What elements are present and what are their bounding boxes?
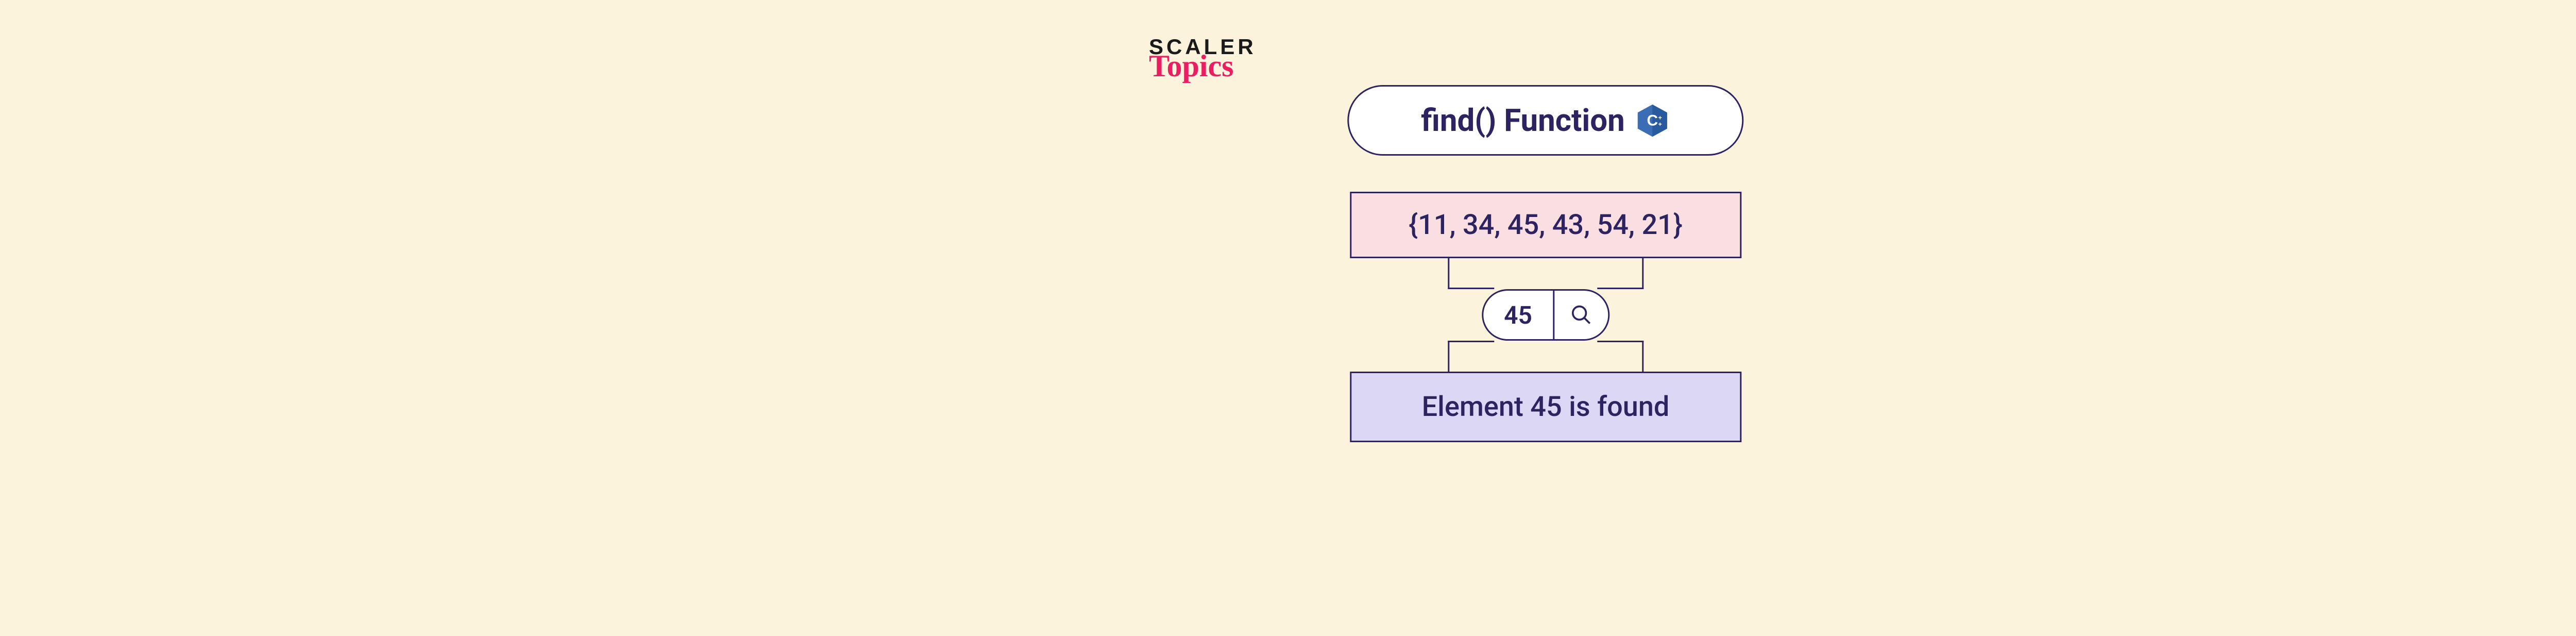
search-pill: 45 [1482, 289, 1609, 341]
svg-text:C: C [1647, 112, 1658, 129]
logo-topics-text: Topics [1149, 51, 1234, 81]
array-box: {11, 34, 45, 43, 54, 21} [1350, 192, 1741, 258]
brand-logo: SCALER Topics [1149, 36, 1257, 81]
search-icon [1554, 291, 1608, 339]
cpp-icon: C + + [1635, 103, 1670, 138]
result-box: Element 45 is found [1350, 372, 1741, 442]
find-function-diagram: find() Function C + + {11, 34, 45, 43, 5… [1347, 85, 1743, 442]
svg-text:+: + [1658, 120, 1662, 127]
connector-bottom [1448, 341, 1643, 372]
title-text: find() Function [1421, 102, 1624, 139]
title-pill: find() Function C + + [1347, 85, 1743, 156]
search-value: 45 [1483, 291, 1554, 339]
connector-top [1448, 258, 1643, 289]
